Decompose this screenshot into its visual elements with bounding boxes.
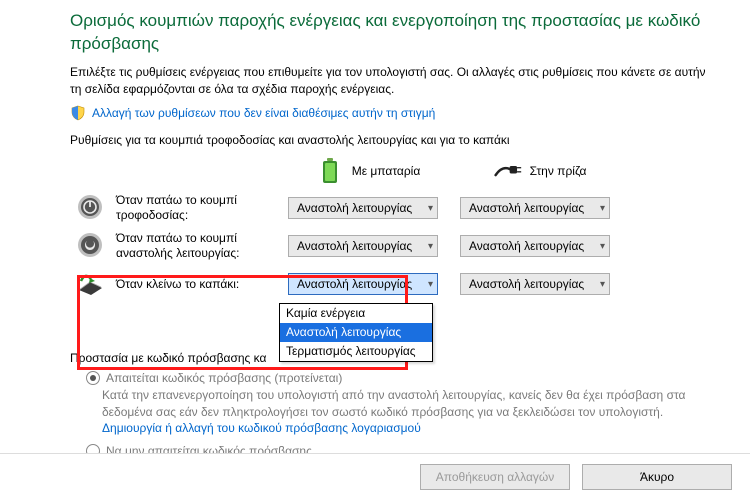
lid-icon — [76, 269, 104, 297]
save-button[interactable]: Αποθήκευση αλλαγών — [420, 464, 570, 490]
create-change-password-link[interactable]: Δημιουργία ή αλλαγή του κωδικού πρόσβαση… — [102, 421, 421, 435]
sleep-button-row-label: Όταν πατάω το κουμπί αναστολής λειτουργί… — [110, 227, 282, 265]
chevron-down-icon: ▾ — [600, 279, 605, 290]
chevron-down-icon: ▾ — [600, 203, 605, 214]
power-settings-table: Με μπαταρία Στην πρίζα Όταν πατάω το κου… — [70, 153, 626, 303]
power-buttons-section-title: Ρυθμίσεις για τα κουμπιά τροφοδοσίας και… — [70, 133, 720, 147]
battery-icon — [316, 157, 344, 185]
sleep-button-battery-combo[interactable]: Αναστολή λειτουργίας▾ — [288, 235, 438, 257]
lid-plugged-combo[interactable]: Αναστολή λειτουργίας▾ — [460, 273, 610, 295]
chevron-down-icon: ▾ — [428, 203, 433, 214]
lid-row-label: Όταν κλείνω το καπάκι: — [110, 265, 282, 303]
power-button-icon — [76, 193, 104, 221]
lid-dropdown-option[interactable]: Τερματισμός λειτουργίας — [280, 342, 432, 361]
power-button-row-label: Όταν πατάω το κουμπί τροφοδοσίας: — [110, 189, 282, 227]
sleep-button-plugged-combo[interactable]: Αναστολή λειτουργίας▾ — [460, 235, 610, 257]
lid-battery-combo[interactable]: Αναστολή λειτουργίας▾ — [288, 273, 438, 295]
cancel-button[interactable]: Άκυρο — [582, 464, 732, 490]
lid-battery-dropdown-list[interactable]: Καμία ενέργειαΑναστολή λειτουργίαςΤερματ… — [279, 303, 433, 362]
chevron-down-icon: ▾ — [428, 241, 433, 252]
dialog-footer: Αποθήκευση αλλαγών Άκυρο — [0, 453, 750, 500]
table-row: Όταν κλείνω το καπάκι: Αναστολή λειτουργ… — [70, 265, 626, 303]
page-title: Ορισμός κουμπιών παροχής ενέργειας και ε… — [70, 10, 720, 56]
power-button-plugged-combo[interactable]: Αναστολή λειτουργίας▾ — [460, 197, 610, 219]
unlock-settings-link[interactable]: Αλλαγή των ρυθμίσεων που δεν είναι διαθέ… — [92, 106, 435, 120]
intro-text: Επιλέξτε τις ρυθμίσεις ενέργειας που επι… — [70, 64, 720, 98]
power-button-battery-combo[interactable]: Αναστολή λειτουργίας▾ — [288, 197, 438, 219]
column-plugged-label: Στην πρίζα — [530, 164, 587, 178]
lid-dropdown-option[interactable]: Αναστολή λειτουργίας — [280, 323, 432, 342]
plug-icon — [494, 157, 522, 185]
chevron-down-icon: ▾ — [600, 241, 605, 252]
require-password-label: Απαιτείται κωδικός πρόσβασης (προτείνετα… — [106, 371, 342, 385]
lid-dropdown-option[interactable]: Καμία ενέργεια — [280, 304, 432, 323]
sleep-button-icon — [76, 231, 104, 259]
column-battery-label: Με μπαταρία — [352, 164, 421, 178]
shield-icon — [70, 105, 86, 121]
require-password-body: Κατά την επανενεργοποίηση του υπολογιστή… — [102, 387, 720, 436]
chevron-down-icon: ▾ — [428, 279, 433, 290]
table-row: Όταν πατάω το κουμπί αναστολής λειτουργί… — [70, 227, 626, 265]
require-password-radio[interactable] — [86, 371, 100, 385]
table-row: Όταν πατάω το κουμπί τροφοδοσίας: Αναστο… — [70, 189, 626, 227]
